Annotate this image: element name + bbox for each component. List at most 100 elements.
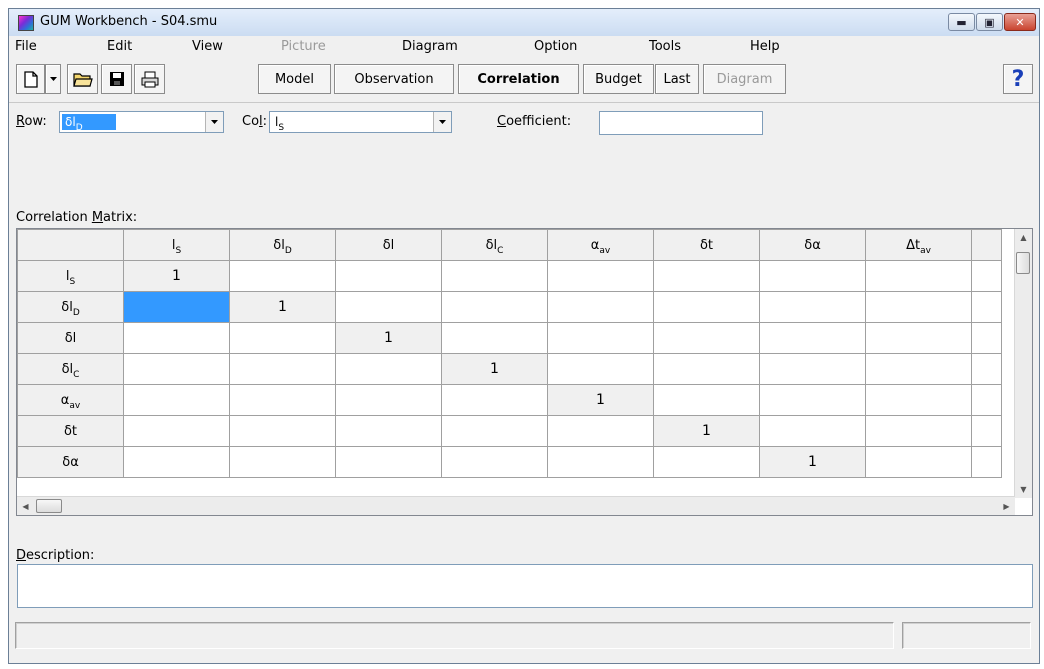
matrix-cell[interactable] (123, 291, 230, 323)
matrix-cell[interactable] (123, 322, 230, 354)
matrix-cell[interactable] (865, 446, 972, 478)
matrix-cell[interactable] (123, 384, 230, 416)
col-select-arrow[interactable] (433, 112, 451, 132)
menu-option[interactable]: Option (534, 39, 577, 54)
new-file-dropdown-button[interactable] (45, 64, 61, 94)
matrix-cell[interactable] (335, 291, 442, 323)
column-header[interactable]: αav (547, 229, 654, 261)
matrix-cell[interactable] (229, 322, 336, 354)
observation-button[interactable]: Observation (334, 64, 454, 94)
matrix-cell[interactable] (441, 415, 548, 447)
matrix-cell[interactable] (865, 322, 972, 354)
matrix-cell[interactable]: 1 (229, 291, 336, 323)
matrix-cell[interactable] (123, 446, 230, 478)
matrix-cell[interactable] (547, 446, 654, 478)
matrix-cell[interactable] (653, 291, 760, 323)
matrix-cell[interactable] (335, 415, 442, 447)
matrix-cell[interactable]: 1 (123, 260, 230, 292)
matrix-cell[interactable] (759, 322, 866, 354)
matrix-cell[interactable] (653, 322, 760, 354)
matrix-cell[interactable]: 1 (547, 384, 654, 416)
row-header[interactable]: δα (17, 446, 124, 478)
matrix-cell[interactable] (229, 446, 336, 478)
matrix-cell[interactable] (865, 415, 972, 447)
column-header[interactable]: δα (759, 229, 866, 261)
matrix-cell[interactable] (759, 260, 866, 292)
row-header[interactable]: δl (17, 322, 124, 354)
matrix-cell[interactable] (123, 415, 230, 447)
row-select-arrow[interactable] (205, 112, 223, 132)
matrix-cell[interactable] (441, 291, 548, 323)
matrix-cell[interactable] (759, 415, 866, 447)
menu-view[interactable]: View (192, 39, 223, 54)
column-header[interactable]: δl (335, 229, 442, 261)
menu-tools[interactable]: Tools (649, 39, 681, 54)
open-button[interactable] (67, 64, 98, 94)
column-header[interactable]: δt (653, 229, 760, 261)
matrix-cell[interactable]: 1 (653, 415, 760, 447)
matrix-cell[interactable] (653, 446, 760, 478)
horizontal-scroll-thumb[interactable] (36, 499, 62, 513)
menu-edit[interactable]: Edit (107, 39, 132, 54)
matrix-cell[interactable] (547, 415, 654, 447)
last-button[interactable]: Last (655, 64, 699, 94)
row-header[interactable]: lS (17, 260, 124, 292)
scroll-down-icon[interactable]: ▼ (1015, 481, 1032, 498)
model-button[interactable]: Model (258, 64, 331, 94)
save-button[interactable] (101, 64, 132, 94)
print-button[interactable] (134, 64, 165, 94)
vertical-scroll-thumb[interactable] (1016, 252, 1030, 274)
matrix-cell[interactable] (865, 353, 972, 385)
row-header[interactable]: δlD (17, 291, 124, 323)
description-input[interactable] (17, 564, 1033, 608)
matrix-cell[interactable] (441, 322, 548, 354)
matrix-cell[interactable] (759, 291, 866, 323)
matrix-cell[interactable] (335, 260, 442, 292)
help-button[interactable]: ? (1003, 64, 1033, 94)
matrix-cell[interactable] (547, 353, 654, 385)
matrix-cell[interactable] (441, 384, 548, 416)
scroll-right-icon[interactable]: ▶ (998, 497, 1015, 515)
matrix-cell[interactable] (759, 384, 866, 416)
matrix-cell[interactable] (547, 260, 654, 292)
matrix-cell[interactable] (865, 260, 972, 292)
matrix-cell[interactable] (229, 260, 336, 292)
column-header[interactable]: lS (123, 229, 230, 261)
coefficient-input[interactable] (599, 111, 763, 135)
matrix-cell[interactable] (441, 446, 548, 478)
matrix-cell[interactable] (335, 353, 442, 385)
scroll-up-icon[interactable]: ▲ (1015, 229, 1032, 246)
matrix-cell[interactable] (335, 384, 442, 416)
matrix-cell[interactable] (547, 291, 654, 323)
matrix-cell[interactable]: 1 (335, 322, 442, 354)
matrix-cell[interactable] (441, 260, 548, 292)
menu-diagram[interactable]: Diagram (402, 39, 458, 54)
matrix-cell[interactable] (865, 291, 972, 323)
minimize-button[interactable]: ▬ (948, 13, 975, 31)
scroll-left-icon[interactable]: ◀ (17, 497, 34, 515)
matrix-cell[interactable] (653, 353, 760, 385)
matrix-cell[interactable]: 1 (441, 353, 548, 385)
vertical-scrollbar[interactable]: ▲ ▼ (1014, 229, 1032, 498)
row-select[interactable]: δlD (59, 111, 224, 133)
matrix-cell[interactable] (865, 384, 972, 416)
menu-picture[interactable]: Picture (281, 39, 326, 54)
row-header[interactable]: αav (17, 384, 124, 416)
column-header[interactable]: Δtav (865, 229, 972, 261)
matrix-cell[interactable] (653, 260, 760, 292)
matrix-cell[interactable] (759, 353, 866, 385)
menu-file[interactable]: File (15, 39, 37, 54)
matrix-cell[interactable] (229, 353, 336, 385)
maximize-button[interactable]: ▣ (976, 13, 1003, 31)
matrix-cell[interactable] (653, 384, 760, 416)
matrix-cell[interactable] (335, 446, 442, 478)
menu-help[interactable]: Help (750, 39, 780, 54)
diagram-button[interactable]: Diagram (703, 64, 786, 94)
matrix-cell[interactable] (123, 353, 230, 385)
correlation-button[interactable]: Correlation (458, 64, 579, 94)
matrix-cell[interactable]: 1 (759, 446, 866, 478)
horizontal-scrollbar[interactable]: ◀ ▶ (17, 496, 1015, 515)
matrix-cell[interactable] (229, 384, 336, 416)
title-bar[interactable]: GUM Workbench - S04.smu ▬ ▣ ✕ (9, 9, 1039, 37)
column-header[interactable]: δlC (441, 229, 548, 261)
